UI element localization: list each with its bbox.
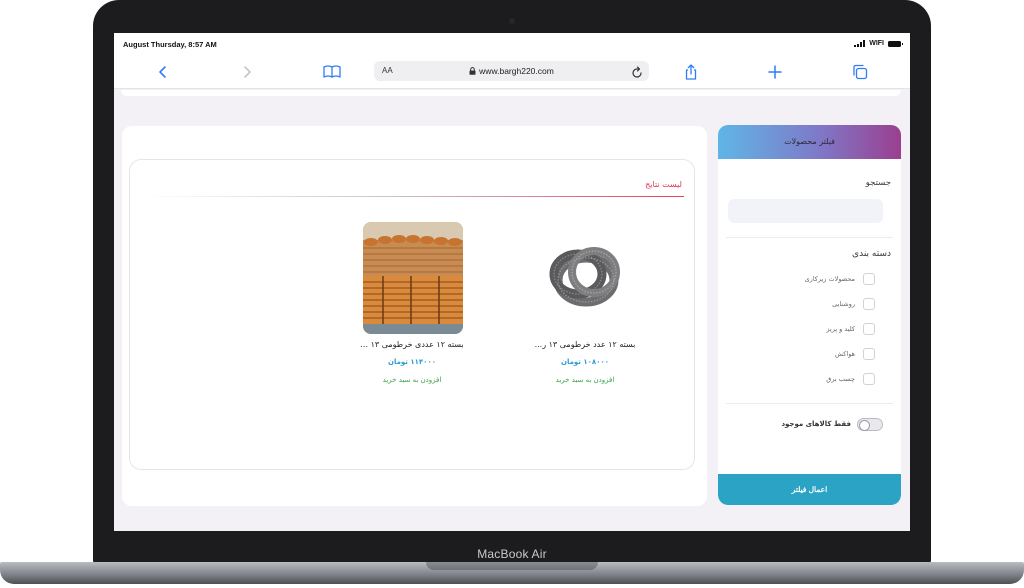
status-bar: August Thursday, 8:57 AM WIFI <box>114 33 910 55</box>
category-label-text: محصولات زیرکاری <box>804 275 855 283</box>
in-stock-label: فقط کالاهای موجود <box>781 420 851 428</box>
reload-icon[interactable] <box>631 64 643 83</box>
camera <box>509 18 515 24</box>
laptop-notch <box>426 562 598 570</box>
category-item[interactable]: روشنایی <box>725 298 875 312</box>
divider <box>726 403 893 404</box>
category-item[interactable]: کلید و پریز <box>725 323 875 337</box>
address-bar[interactable]: AA www.bargh220.com <box>374 61 649 81</box>
bookmarks-icon[interactable] <box>321 61 343 83</box>
category-label: دسته بندی <box>852 249 891 259</box>
title-underline <box>144 196 684 197</box>
divider <box>726 237 893 238</box>
new-tab-icon[interactable] <box>764 61 786 83</box>
product-image-hose-rolls[interactable] <box>363 222 463 334</box>
results-title: لیست نتایج <box>645 180 682 189</box>
product-name[interactable]: بسته ۱۲ عدد خرطومی ۱۳ ر... <box>510 340 660 349</box>
back-icon[interactable] <box>152 61 174 83</box>
search-label: جستجو <box>865 178 891 188</box>
signal-icon <box>854 40 866 47</box>
lock-icon <box>469 67 476 75</box>
product-price: ۱۰۸۰۰۰ تومان <box>560 358 610 366</box>
product-name[interactable]: بسته ۱۲ عددی خرطومی ۱۳ ... <box>337 340 487 349</box>
category-label-text: چسب برق <box>826 375 855 383</box>
filter-header: فیلتر محصولات <box>718 125 901 159</box>
filter-title: فیلتر محصولات <box>784 137 835 146</box>
screen: August Thursday, 8:57 AM WIFI AA www.bar… <box>114 33 910 531</box>
browser-toolbar: AA www.bargh220.com <box>114 55 910 89</box>
url-text-wrap: www.bargh220.com <box>374 66 649 76</box>
category-item[interactable]: هواکش <box>725 348 875 362</box>
results-panel: لیست نتایج بسته ۱۲ عدد خرطومی ۱۳ ر... ۱۰… <box>122 126 707 506</box>
filter-sidebar: فیلتر محصولات جستجو دسته بندی محصولات زی… <box>718 125 901 505</box>
category-label-text: هواکش <box>835 350 855 358</box>
product-card[interactable]: بسته ۱۲ عدد خرطومی ۱۳ ر... ۱۰۸۰۰۰ تومان … <box>510 222 660 392</box>
category-checkbox[interactable] <box>863 273 875 285</box>
battery-icon <box>888 40 903 47</box>
in-stock-toggle[interactable] <box>857 418 883 431</box>
in-stock-filter[interactable]: فقط کالاهای موجود <box>723 417 883 433</box>
category-label-text: کلید و پریز <box>826 325 855 333</box>
apply-filter-button[interactable]: اعمال فیلتر <box>718 474 901 505</box>
add-to-cart-button[interactable]: افزودن به سبد خرید <box>337 376 487 384</box>
category-item[interactable]: چسب برق <box>725 373 875 387</box>
wifi-label: WIFI <box>869 40 884 47</box>
search-input[interactable] <box>728 199 883 223</box>
category-checkbox[interactable] <box>863 373 875 385</box>
results-box: لیست نتایج بسته ۱۲ عدد خرطومی ۱۳ ر... ۱۰… <box>129 159 695 470</box>
share-icon[interactable] <box>680 61 702 83</box>
category-checkbox[interactable] <box>863 298 875 310</box>
device-label: MacBook Air <box>477 547 547 561</box>
url-text: www.bargh220.com <box>479 66 554 76</box>
product-price: ۱۱۴۰۰۰ تومان <box>387 358 437 366</box>
category-checkbox[interactable] <box>863 323 875 335</box>
forward-icon[interactable] <box>236 61 258 83</box>
product-image-coiled-hose[interactable] <box>536 222 636 334</box>
category-item[interactable]: محصولات زیرکاری <box>725 273 875 287</box>
status-time: August Thursday, 8:57 AM <box>123 40 217 49</box>
status-indicators: WIFI <box>854 40 903 47</box>
tabs-icon[interactable] <box>849 61 871 83</box>
add-to-cart-button[interactable]: افزودن به سبد خرید <box>510 376 660 384</box>
laptop-mockup: MacBook Air August Thursday, 8:57 AM WIF… <box>0 0 1024 588</box>
apply-filter-label: اعمال فیلتر <box>791 485 828 494</box>
header-strip <box>121 90 901 96</box>
category-checkbox[interactable] <box>863 348 875 360</box>
category-label-text: روشنایی <box>832 300 855 308</box>
product-card[interactable]: بسته ۱۲ عددی خرطومی ۱۳ ... ۱۱۴۰۰۰ تومان … <box>337 222 487 392</box>
